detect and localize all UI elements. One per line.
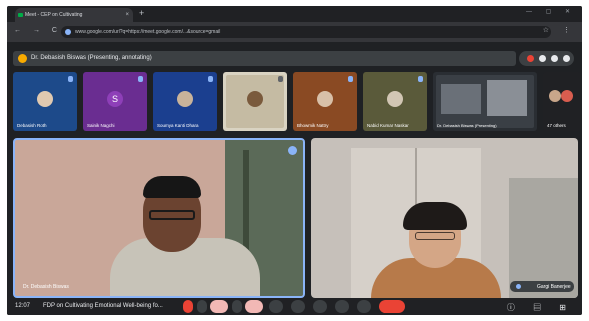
stop-presenting-icon[interactable] [527, 55, 534, 62]
mic-arrow-icon[interactable] [197, 300, 207, 313]
person-hair [143, 176, 201, 198]
presentation-thumbnail[interactable]: Dr. Debasish Biswas (Presenting) [433, 72, 537, 131]
raise-hand-button[interactable] [335, 300, 349, 313]
others-tile[interactable]: 47 others [543, 72, 581, 131]
camera-arrow-icon[interactable] [232, 300, 242, 313]
avatar [549, 90, 561, 102]
person-glasses [149, 210, 195, 220]
leave-call-button[interactable] [379, 300, 405, 313]
participant-tile[interactable]: Bhowmik Nattry [293, 72, 357, 131]
presenter-avatar-icon [18, 54, 27, 63]
camera-off-button[interactable] [245, 300, 263, 313]
browser-tab[interactable]: Meet - CEP on Cultivating × [15, 8, 133, 22]
url-input[interactable]: www.google.com/url?q=https://meet.google… [61, 26, 551, 38]
participant-tile[interactable]: Soumya Kanti Dhara [153, 72, 217, 131]
person-glasses [415, 232, 455, 240]
mic-icon [278, 76, 283, 82]
tab-title: Meet - CEP on Cultivating [25, 12, 83, 18]
participant-tile[interactable]: Debasish Roth [13, 72, 77, 131]
window-controls[interactable]: — ▢ ✕ [526, 8, 576, 15]
participant-name: Gargi Banerjee [537, 284, 571, 290]
participant-tile[interactable]: Nabid Kumar Naskar [363, 72, 427, 131]
site-info-icon[interactable] [65, 29, 71, 35]
record-indicator-icon[interactable] [183, 300, 193, 313]
address-bar-row: ← → C www.google.com/url?q=https://meet.… [7, 22, 582, 42]
captions-button[interactable] [269, 300, 283, 313]
background-wall [509, 178, 578, 298]
nav-buttons[interactable]: ← → C [14, 27, 62, 34]
tab-strip: Meet - CEP on Cultivating × + — ▢ ✕ [7, 6, 582, 22]
mic-icon [418, 76, 423, 82]
more-options-button[interactable] [357, 300, 371, 313]
presenting-banner: Dr. Debasish Biswas (Presenting, annotat… [13, 51, 516, 66]
participant-name: Sainik Nagchi [87, 123, 115, 128]
mic-icon [348, 76, 353, 82]
meeting-title: FDP on Cultivating Emotional Well-being … [43, 303, 163, 309]
side-panel-icons[interactable]: ⓘ ▤ ⊞ [507, 302, 574, 313]
more-options-icon[interactable] [563, 55, 570, 62]
main-video-right[interactable]: Gargi Banerjee [311, 138, 578, 298]
avatar [387, 91, 403, 107]
avatar [317, 91, 333, 107]
avatar [37, 91, 53, 107]
present-button[interactable] [313, 300, 327, 313]
person-hair [403, 202, 467, 230]
browser-menu-icons[interactable]: ☆ ⋮ [543, 26, 576, 34]
pin-icon[interactable] [551, 55, 558, 62]
tab-close-icon[interactable]: × [125, 8, 129, 22]
avatar [177, 91, 193, 107]
mic-icon [68, 76, 73, 82]
layout-icon[interactable] [539, 55, 546, 62]
screen: Meet - CEP on Cultivating × + — ▢ ✕ ← → … [7, 6, 582, 315]
participant-tile[interactable] [223, 72, 287, 131]
participant-name: Dr. Debasish Biswas (Presenting) [437, 123, 497, 128]
main-video-left[interactable]: Dr. Debasish Biswas [13, 138, 305, 298]
avatar: S [107, 91, 123, 107]
emoji-button[interactable] [291, 300, 305, 313]
mic-icon [138, 76, 143, 82]
participant-name: Bhowmik Nattry [297, 123, 329, 128]
participant-name: Debasish Roth [17, 123, 47, 128]
presentation-controls[interactable] [519, 51, 574, 66]
meet-favicon-icon [18, 13, 23, 17]
pin-icon[interactable] [516, 284, 521, 289]
avatar [561, 90, 573, 102]
mic-icon [208, 76, 213, 82]
meeting-controls-bar: 12:07 FDP on Cultivating Emotional Well-… [7, 298, 582, 315]
presenting-label: Dr. Debasish Biswas (Presenting, annotat… [31, 55, 152, 61]
participant-tile[interactable]: S Sainik Nagchi [83, 72, 147, 131]
screen-thumbnail-left [441, 84, 481, 114]
participant-name: Nabid Kumar Naskar [367, 123, 409, 128]
speaking-icon [288, 146, 297, 155]
avatar [247, 91, 263, 107]
others-count: 47 others [547, 123, 566, 128]
participant-name: Dr. Debasish Biswas [23, 284, 69, 290]
participant-name: Soumya Kanti Dhara [157, 123, 199, 128]
meeting-time: 12:07 [15, 303, 31, 309]
mic-off-button[interactable] [210, 300, 228, 313]
screen-thumbnail-right [487, 80, 527, 116]
new-tab-button[interactable]: + [139, 8, 144, 18]
url-text: www.google.com/url?q=https://meet.google… [75, 29, 221, 35]
